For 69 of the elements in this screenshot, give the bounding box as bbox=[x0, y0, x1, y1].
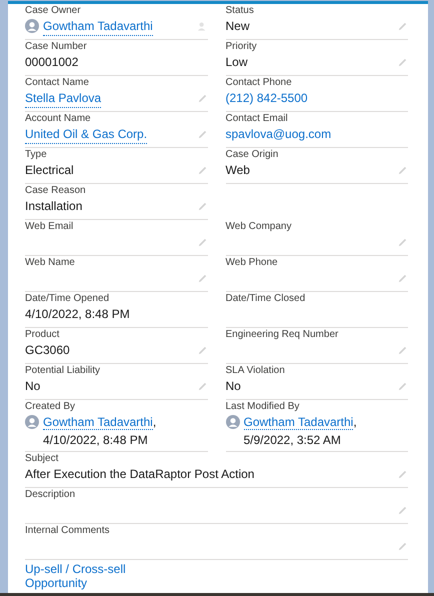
field-label: Case Origin bbox=[226, 149, 280, 161]
pencil-icon[interactable] bbox=[196, 381, 208, 392]
field-label: Subject bbox=[25, 453, 60, 465]
field-label: Account Name bbox=[25, 113, 92, 125]
user-and-timestamp: Gowtham Tadavarthi, 4/10/2022, 8:48 PM bbox=[43, 414, 158, 449]
user-and-timestamp: Gowtham Tadavarthi, 5/9/2022, 3:52 AM bbox=[244, 414, 358, 449]
section-link[interactable]: Up-sell / Cross-sell Opportunity bbox=[25, 562, 143, 590]
field-label: Date/Time Opened bbox=[25, 293, 110, 305]
field-value: No bbox=[25, 378, 40, 395]
field-label: Description bbox=[25, 489, 76, 501]
field-value: After Execution the DataRaptor Post Action bbox=[25, 466, 254, 483]
pencil-icon[interactable] bbox=[397, 345, 408, 356]
pencil-icon[interactable] bbox=[397, 21, 408, 32]
field-value: No bbox=[226, 378, 241, 395]
field-label: Web Company bbox=[226, 221, 292, 233]
pencil-icon[interactable] bbox=[397, 57, 408, 68]
pencil-icon[interactable] bbox=[196, 345, 208, 356]
field-label: Web Email bbox=[25, 221, 74, 233]
field-label: Contact Phone bbox=[226, 77, 293, 89]
field-label: Last Modified By bbox=[226, 401, 300, 413]
field-label: Priority bbox=[226, 41, 258, 53]
record-link[interactable]: Stella Pavlova bbox=[25, 89, 102, 108]
field-label: Date/Time Closed bbox=[226, 293, 306, 305]
pencil-icon[interactable] bbox=[196, 129, 208, 140]
pencil-icon[interactable] bbox=[397, 165, 408, 176]
field-value: Low bbox=[226, 54, 248, 71]
field-label: Created By bbox=[25, 401, 76, 413]
contact-link[interactable]: spavlova@uog.com bbox=[226, 125, 332, 143]
contact-link[interactable]: (212) 842-5500 bbox=[226, 89, 308, 107]
field-value: Web bbox=[226, 162, 250, 179]
field-value: GC3060 bbox=[25, 342, 70, 359]
field-label: Potential Liability bbox=[25, 365, 102, 377]
field-label: Contact Name bbox=[25, 77, 90, 89]
field-value: 4/10/2022, 8:48 PM bbox=[25, 306, 130, 323]
field-label: Case Number bbox=[25, 41, 88, 53]
field-label: Status bbox=[226, 5, 255, 17]
field-value: Installation bbox=[25, 198, 82, 215]
field-value: Electrical bbox=[25, 162, 74, 179]
record-link[interactable]: United Oil & Gas Corp. bbox=[25, 125, 148, 144]
pencil-icon[interactable] bbox=[196, 201, 208, 212]
avatar-icon bbox=[226, 415, 240, 429]
pencil-icon[interactable] bbox=[397, 237, 408, 248]
person-icon[interactable] bbox=[196, 21, 208, 32]
field-label: Web Name bbox=[25, 257, 76, 269]
user-link[interactable]: Gowtham Tadavarthi bbox=[244, 415, 354, 430]
pencil-icon[interactable] bbox=[196, 237, 208, 248]
field-value: New bbox=[226, 18, 250, 35]
field-label: Product bbox=[25, 329, 60, 341]
pencil-icon[interactable] bbox=[397, 505, 408, 516]
pencil-icon[interactable] bbox=[397, 541, 408, 552]
pencil-icon[interactable] bbox=[397, 381, 408, 392]
field-label: Internal Comments bbox=[25, 525, 110, 537]
pencil-icon[interactable] bbox=[196, 273, 208, 284]
pencil-icon[interactable] bbox=[397, 469, 408, 480]
pencil-icon[interactable] bbox=[196, 93, 208, 104]
field-label: Case Reason bbox=[25, 185, 87, 197]
user-link[interactable]: Gowtham Tadavarthi bbox=[43, 415, 153, 430]
field-label: Case Owner bbox=[25, 5, 82, 17]
pencil-icon[interactable] bbox=[196, 165, 208, 176]
avatar-icon bbox=[25, 19, 39, 33]
pencil-icon[interactable] bbox=[397, 273, 408, 284]
field-label: Engineering Req Number bbox=[226, 329, 340, 341]
avatar-icon bbox=[25, 415, 39, 429]
field-label: Web Phone bbox=[226, 257, 279, 269]
field-label: SLA Violation bbox=[226, 365, 286, 377]
field-label: Contact Email bbox=[226, 113, 289, 125]
user-link[interactable]: Gowtham Tadavarthi bbox=[43, 17, 153, 36]
field-label: Type bbox=[25, 149, 48, 161]
field-value: 00001002 bbox=[25, 54, 78, 71]
